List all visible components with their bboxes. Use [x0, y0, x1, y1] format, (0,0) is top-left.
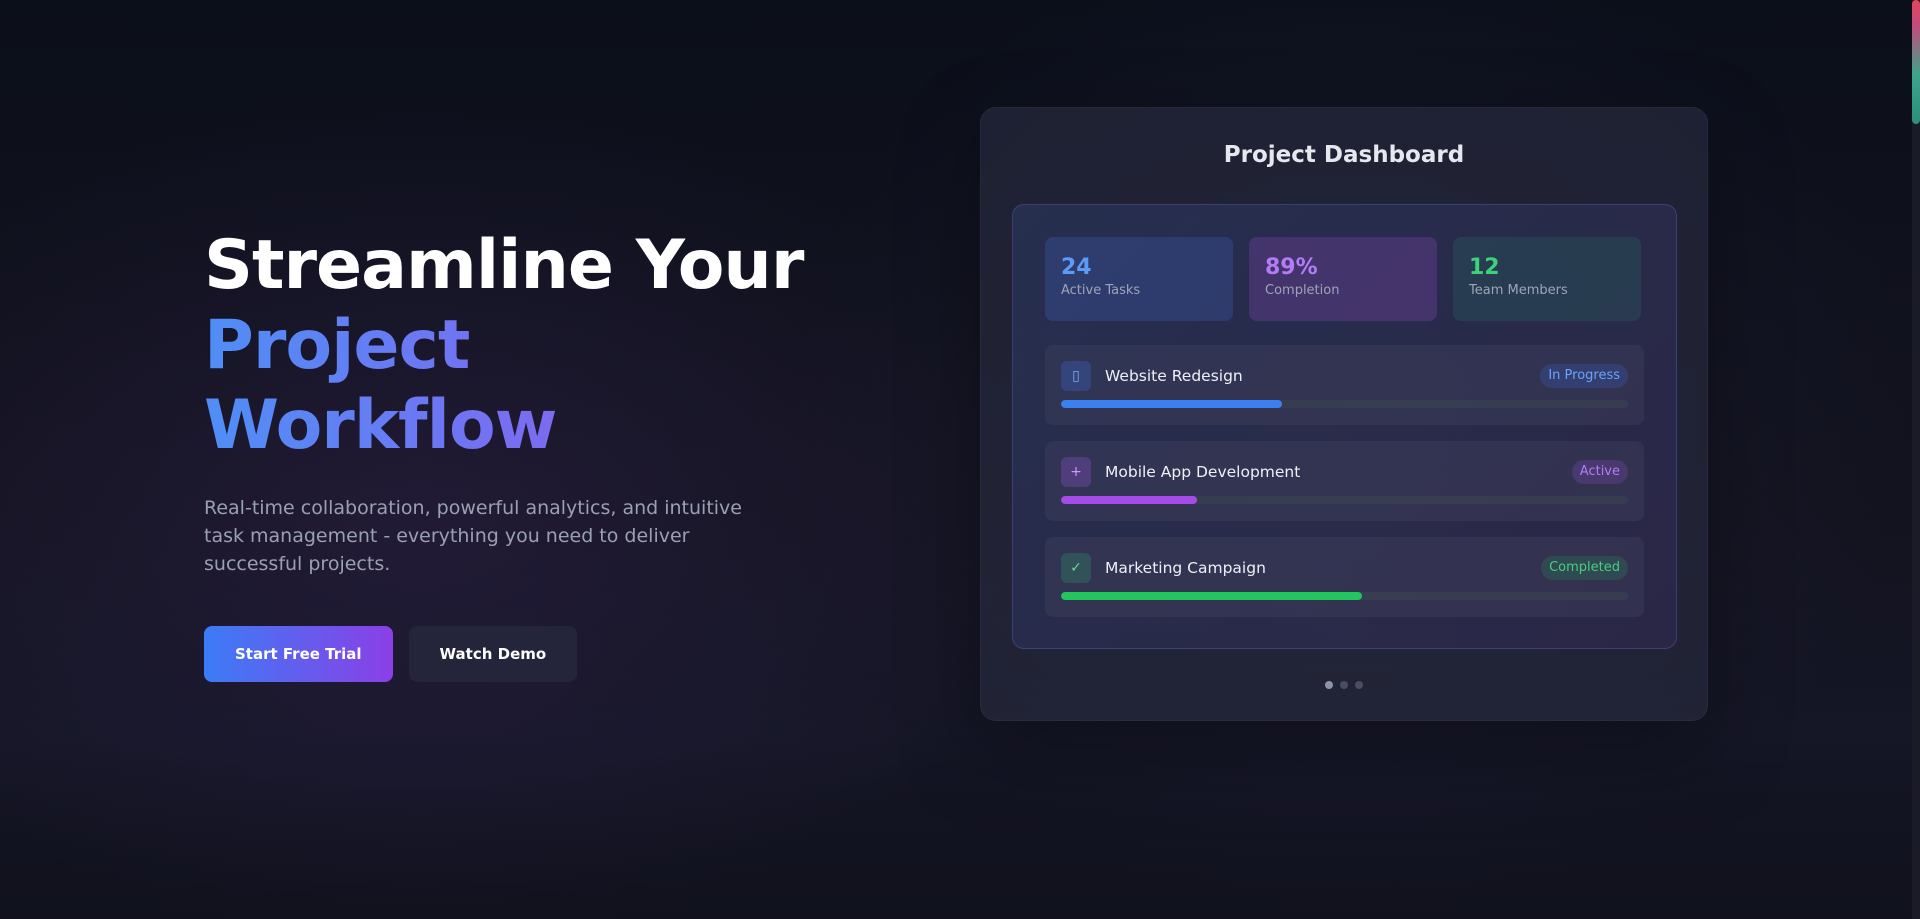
headline-line-2: Project Workflow: [204, 306, 844, 466]
hero-section: Streamline Your Project Workflow Real-ti…: [204, 226, 844, 682]
project-item-marketing-campaign[interactable]: ✓ Marketing Campaign Completed: [1045, 537, 1644, 617]
dashboard-title: Project Dashboard: [1223, 142, 1465, 168]
progress-fill: [1061, 400, 1283, 408]
headline-line-1: Streamline Your: [204, 226, 804, 305]
stats-row: 24 Active Tasks 89% Completion 12 Team M…: [1045, 237, 1641, 321]
progress-track: [1061, 400, 1628, 408]
stat-value: 89%: [1265, 255, 1318, 280]
progress-track: [1061, 496, 1628, 504]
clipboard-icon: ▯: [1061, 361, 1091, 391]
project-name: Website Redesign: [1105, 367, 1243, 385]
carousel-dot-1[interactable]: [1325, 681, 1333, 689]
progress-fill: [1061, 592, 1362, 600]
carousel-dot-2[interactable]: [1340, 681, 1348, 689]
stat-card-completion: 89% Completion: [1249, 237, 1437, 321]
stat-label: Active Tasks: [1061, 283, 1141, 298]
scrollbar-thumb[interactable]: [1912, 0, 1920, 124]
carousel-dot-3[interactable]: [1355, 681, 1363, 689]
project-name: Marketing Campaign: [1105, 559, 1266, 577]
project-name: Mobile App Development: [1105, 463, 1301, 481]
project-list: ▯ Website Redesign In Progress + Mobile …: [1045, 345, 1644, 633]
hero-subtitle: Real-time collaboration, powerful analyt…: [204, 497, 742, 575]
status-badge: Active: [1571, 460, 1628, 484]
page-scrollbar[interactable]: [1912, 0, 1920, 919]
stat-card-active-tasks: 24 Active Tasks: [1045, 237, 1233, 321]
cta-row: Start Free Trial Watch Demo: [204, 626, 844, 682]
hero-headline: Streamline Your Project Workflow: [204, 226, 844, 466]
stat-value: 12: [1469, 255, 1500, 280]
stat-card-team-members: 12 Team Members: [1453, 237, 1641, 321]
dashboard-panel: 24 Active Tasks 89% Completion 12 Team M…: [1012, 204, 1677, 649]
progress-fill: [1061, 496, 1198, 504]
project-item-mobile-app-development[interactable]: + Mobile App Development Active: [1045, 441, 1644, 521]
stat-value: 24: [1061, 255, 1092, 280]
project-item-website-redesign[interactable]: ▯ Website Redesign In Progress: [1045, 345, 1644, 425]
stat-label: Completion: [1265, 283, 1340, 298]
plus-icon: +: [1061, 457, 1091, 487]
check-icon: ✓: [1061, 553, 1091, 583]
watch-demo-button[interactable]: Watch Demo: [408, 626, 578, 682]
start-free-trial-button[interactable]: Start Free Trial: [204, 626, 393, 682]
carousel-dots: [981, 681, 1707, 689]
status-badge: Completed: [1541, 556, 1628, 580]
status-badge: In Progress: [1540, 364, 1628, 388]
stat-label: Team Members: [1469, 283, 1568, 298]
dashboard-card: Project Dashboard 24 Active Tasks 89% Co…: [980, 107, 1708, 721]
progress-track: [1061, 592, 1628, 600]
